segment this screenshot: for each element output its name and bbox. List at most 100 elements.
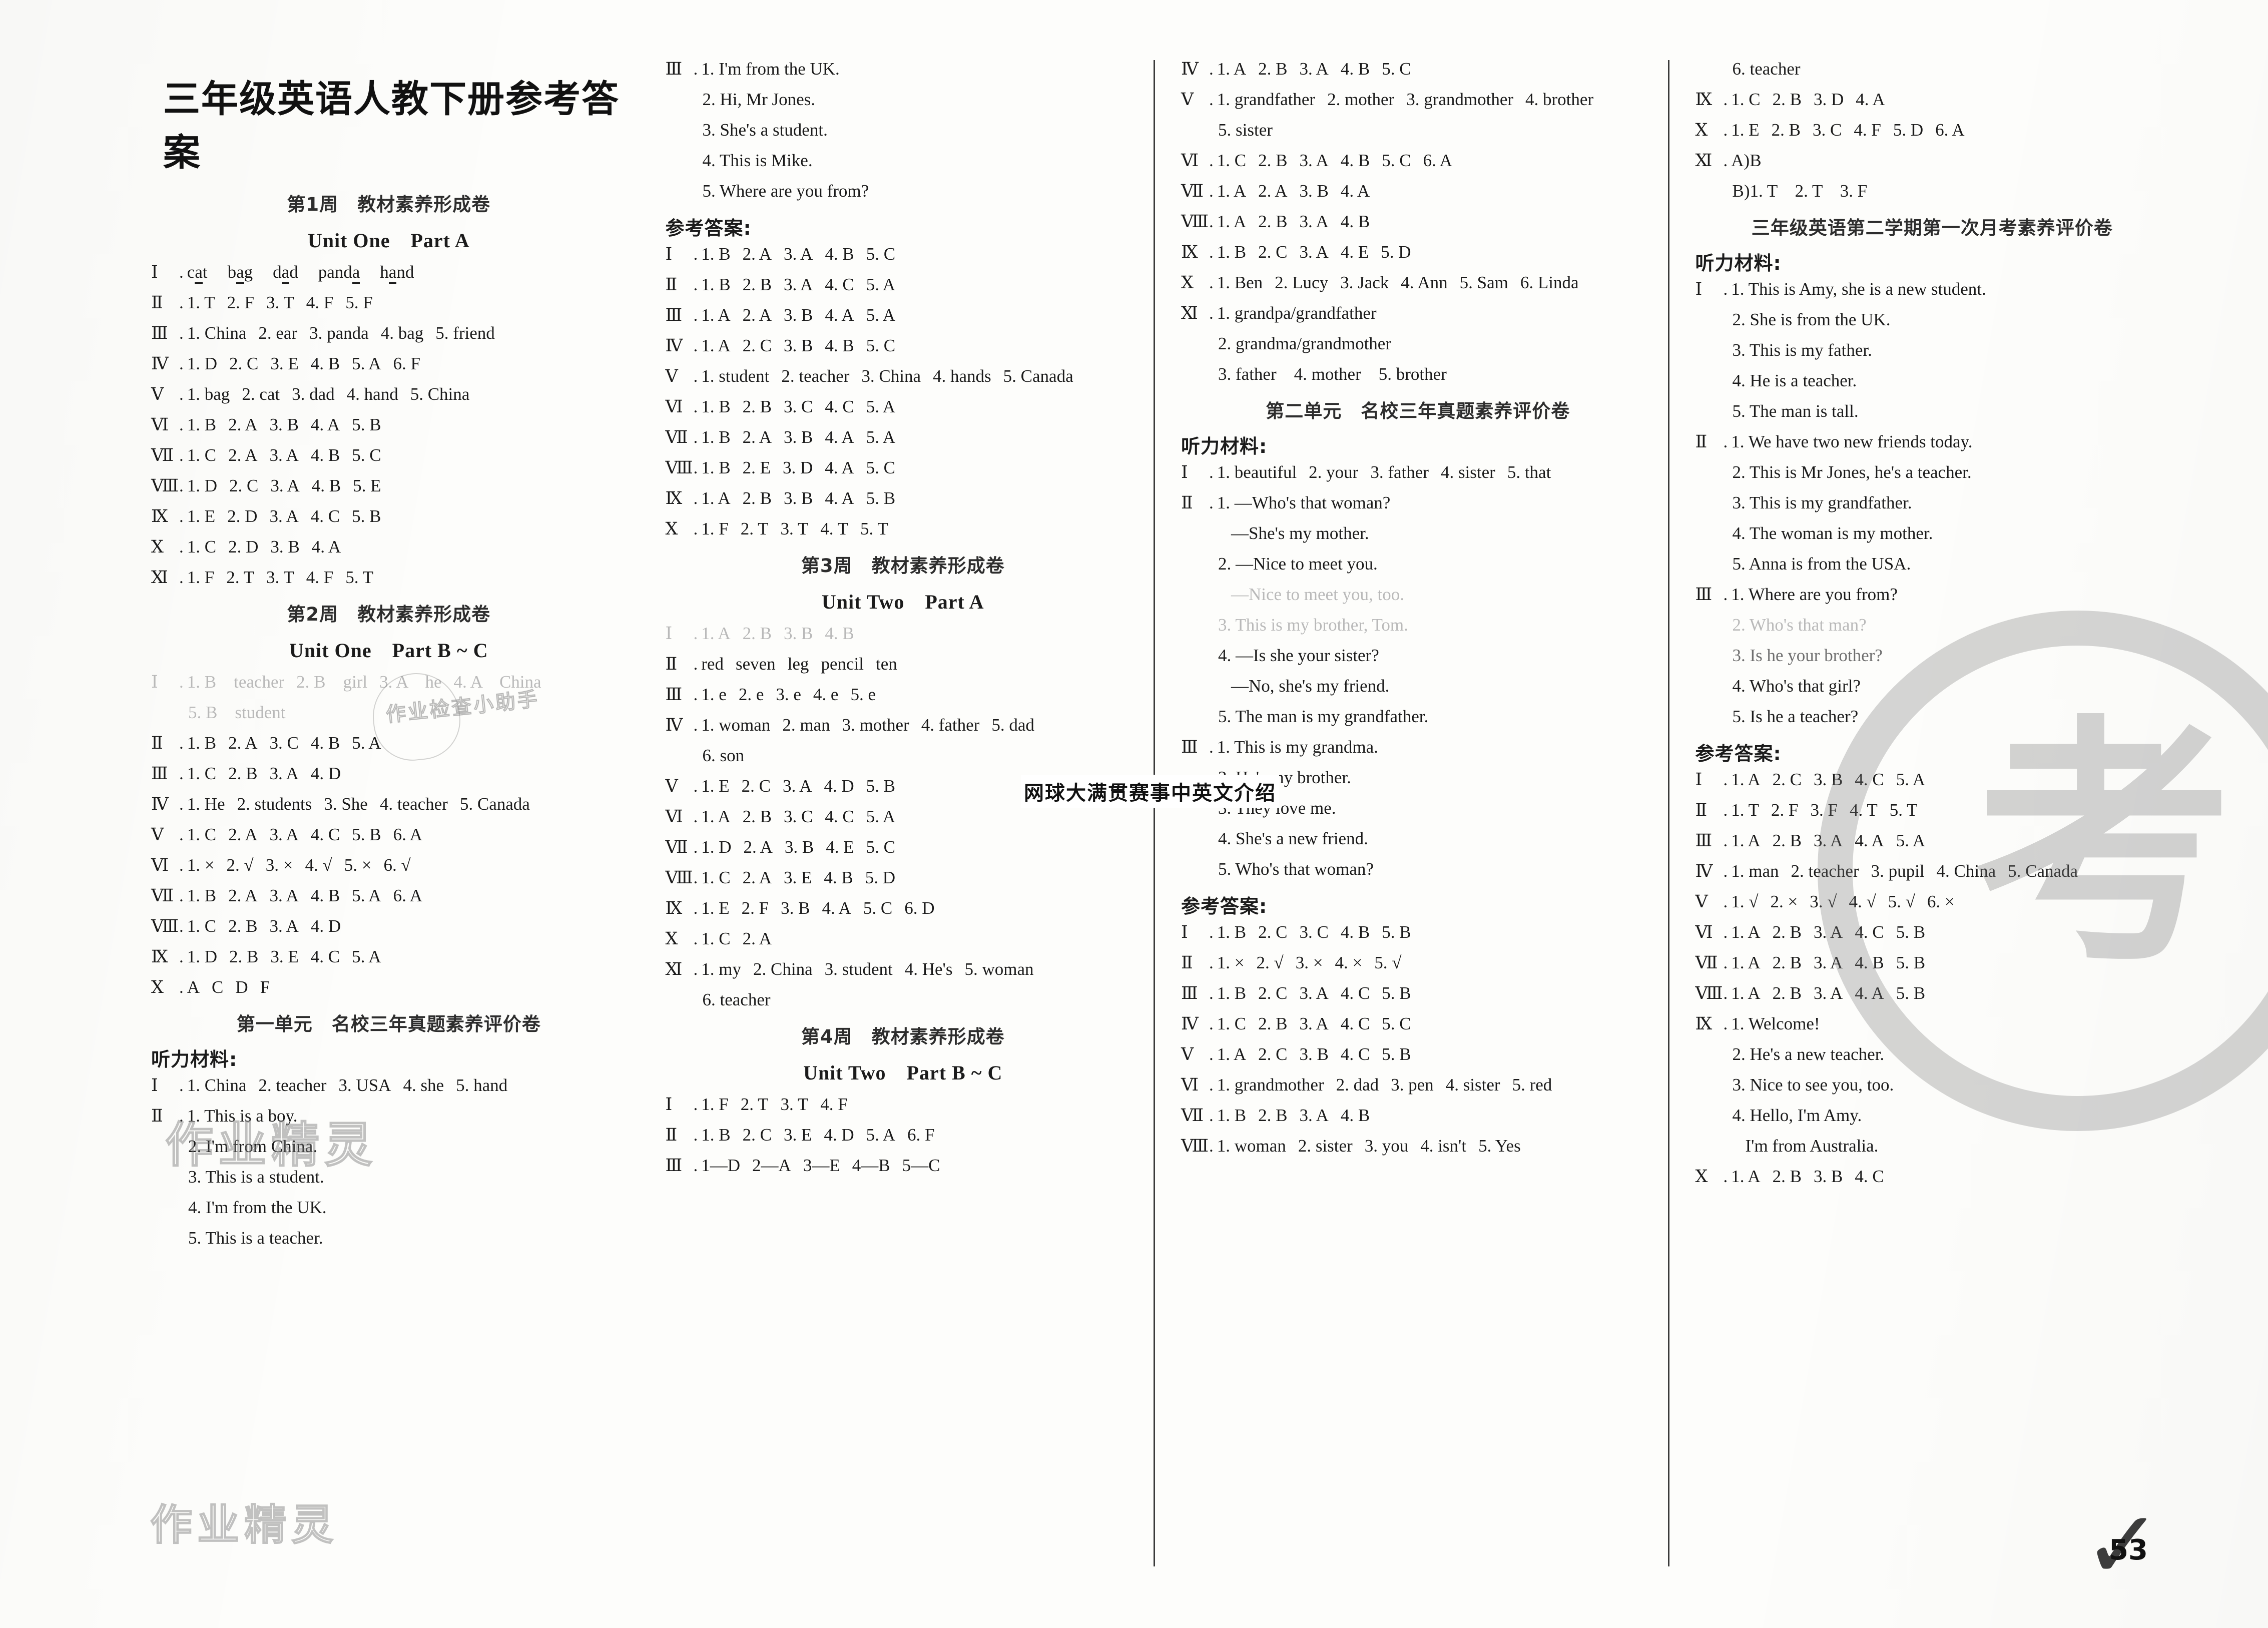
answer-item: 4. C: [825, 397, 854, 416]
answer-row: Ⅶ. 1. B 2. A 3. A 4. B 5. A 6. A: [151, 887, 627, 904]
answer-item: 1. e: [701, 685, 727, 704]
answer-item: 3. A: [1813, 831, 1843, 850]
answer-row: Ⅲ. 1. A 2. B 3. A 4. A 5. A: [1695, 832, 2169, 849]
answer-item: 5. D: [1893, 120, 1924, 140]
numeral-dot: .: [179, 672, 187, 692]
answer-item: 5. T: [345, 568, 373, 587]
answer-item: 2. T: [226, 568, 254, 587]
unit-heading: Unit One Part B ~ C: [289, 639, 488, 662]
answer-item: 5. C: [863, 898, 893, 918]
answer-numeral: Ⅱ: [1695, 800, 1708, 820]
answer-items: ACDF: [187, 978, 627, 996]
answer-numeral: Ⅳ: [151, 354, 169, 373]
answer-item: 5. B: [1382, 922, 1411, 942]
answer-items: 1. A 2. C 3. B 4. C 5. B: [1217, 1045, 1655, 1063]
answer-numeral: Ⅵ: [151, 855, 169, 875]
numeral-dot: .: [179, 886, 187, 905]
numeral-dot: .: [1723, 151, 1732, 170]
answer-items: 1. T 2. F 3. T 4. F 5. F: [187, 294, 627, 311]
numeral-dot: .: [1723, 1014, 1732, 1033]
answer-item: 1. man: [1731, 861, 1779, 881]
answer-item: 2. B: [229, 947, 259, 966]
answer-item: 4. He's: [904, 959, 953, 979]
answer-item: 2. C: [229, 476, 259, 495]
answer-item: 3. T: [266, 293, 294, 312]
answer-item: 3. B: [269, 415, 299, 434]
answer-item: 1. This is my grandma.: [1217, 737, 1378, 757]
numeral-dot: .: [179, 764, 187, 783]
column-4: 6. teacher Ⅸ. 1. C 2. B 3. D 4. A Ⅹ. 1. E 2. B…: [1667, 60, 2182, 1566]
answer-item: 2. C: [742, 1125, 772, 1145]
answer-items: 1. man 2. teacher 3. pupil 4. China 5. Canad…: [1731, 862, 2169, 880]
answer-item: 2. A: [228, 733, 258, 753]
answer-row: Ⅲ. 1. A 2. A 3. B 4. A 5. A: [666, 306, 1141, 324]
numeral-dot: .: [693, 275, 702, 294]
answer-item: 1. B: [187, 733, 217, 753]
answer-subline: 4. The woman is my mother.: [1732, 523, 1933, 543]
numeral-dot: .: [1723, 120, 1732, 140]
answer-subline: —No, she's my friend.: [1231, 676, 1390, 696]
answer-items: 1. A 2. A 3. B 4. A: [1217, 182, 1655, 200]
answer-item: 1. A: [1731, 953, 1761, 972]
answer-items: 1. beautiful 2. your 3. father 4. sister 5. …: [1217, 463, 1655, 481]
section-label: 参考答案:: [1695, 743, 1782, 765]
numeral-dot: .: [693, 59, 702, 79]
answer-item: 1. B: [1217, 242, 1247, 262]
answer-item: 5. A: [352, 354, 381, 373]
answer-item: 1. —Who's that woman?: [1217, 493, 1391, 512]
answer-row: Ⅳ. 1. C 2. B 3. A 4. C 5. C: [1181, 1015, 1655, 1032]
answer-numeral: Ⅵ: [1181, 151, 1199, 170]
answer-item: 4. A: [1855, 983, 1884, 1003]
answer-items: cat bag dad panda hand: [187, 262, 627, 284]
answer-row: Ⅴ. 1. bag 2. cat 3. dad 4. hand 5. China: [151, 385, 627, 403]
answer-item: 2. A: [742, 244, 772, 264]
answer-numeral: Ⅳ: [1181, 59, 1199, 79]
answer-items: 1. This is Amy, she is a new student.: [1731, 280, 2169, 298]
answer-item: 1. B: [187, 886, 217, 905]
answer-items: 1. A 2. B 3. A 4. C 5. B: [1731, 923, 2169, 941]
answer-item: 3. B: [783, 488, 813, 508]
answer-item: 3. E: [270, 947, 299, 966]
answer-numeral: Ⅹ: [1695, 1167, 1708, 1186]
answer-item: 4. B: [1340, 212, 1370, 231]
answer-item: 2. ear: [258, 323, 298, 343]
answer-item: 1. student: [701, 366, 770, 386]
answer-item: 5. C: [1382, 151, 1411, 170]
answer-item: 4. B: [824, 868, 853, 887]
answer-item: 1. woman: [1217, 1136, 1286, 1156]
numeral-dot: .: [1723, 1167, 1732, 1186]
answer-items: 1. This is a boy.: [187, 1107, 627, 1125]
answer-numeral: Ⅲ: [665, 1156, 683, 1175]
answer-items: 1. my 2. China 3. student 4. He's 5. woman: [701, 960, 1141, 978]
answer-subline: 6. son: [702, 746, 745, 765]
answer-item: 3. A: [1299, 983, 1329, 1003]
answer-items: 1. B 2. A 3. A 4. B 5. A 6. A: [187, 887, 627, 904]
answer-item: 1. T: [187, 293, 215, 312]
answer-item: 4. B: [310, 886, 340, 905]
answer-item: red: [701, 654, 724, 674]
answer-numeral: Ⅸ: [151, 506, 168, 526]
answer-item: 2—A: [752, 1156, 791, 1175]
numeral-dot: .: [1209, 1106, 1217, 1125]
answer-item: 3. F: [1810, 800, 1838, 820]
answer-item: 4. A China: [453, 672, 541, 692]
answer-item: 4. D: [310, 916, 341, 936]
answer-item: 2. teacher: [1791, 861, 1859, 881]
answer-item: 1. A: [1731, 770, 1761, 789]
answer-numeral: Ⅰ: [1181, 462, 1188, 482]
answer-item: 3. A: [1299, 1106, 1329, 1125]
answer-row: Ⅲ. 1. This is my grandma.: [1181, 738, 1655, 756]
answer-item: 3. D: [783, 458, 813, 477]
answer-item: 4. C: [1855, 770, 1884, 789]
answer-item: 3. T: [266, 568, 294, 587]
answer-item: 1. ×: [187, 855, 215, 875]
answer-item: 1. C: [1217, 151, 1247, 170]
answer-item: 2. B: [742, 275, 772, 294]
answer-row: Ⅶ. 1. C 2. A 3. A 4. B 5. C: [151, 446, 627, 464]
answer-item: 2. your: [1309, 462, 1359, 482]
answer-items: 1. China 2. ear 3. panda 4. bag 5. friend: [187, 324, 627, 342]
answer-subline: 4. I'm from the UK.: [188, 1198, 327, 1217]
answer-numeral: Ⅲ: [665, 305, 683, 325]
answer-numeral: Ⅱ: [665, 654, 678, 674]
numeral-dot: .: [179, 977, 187, 997]
